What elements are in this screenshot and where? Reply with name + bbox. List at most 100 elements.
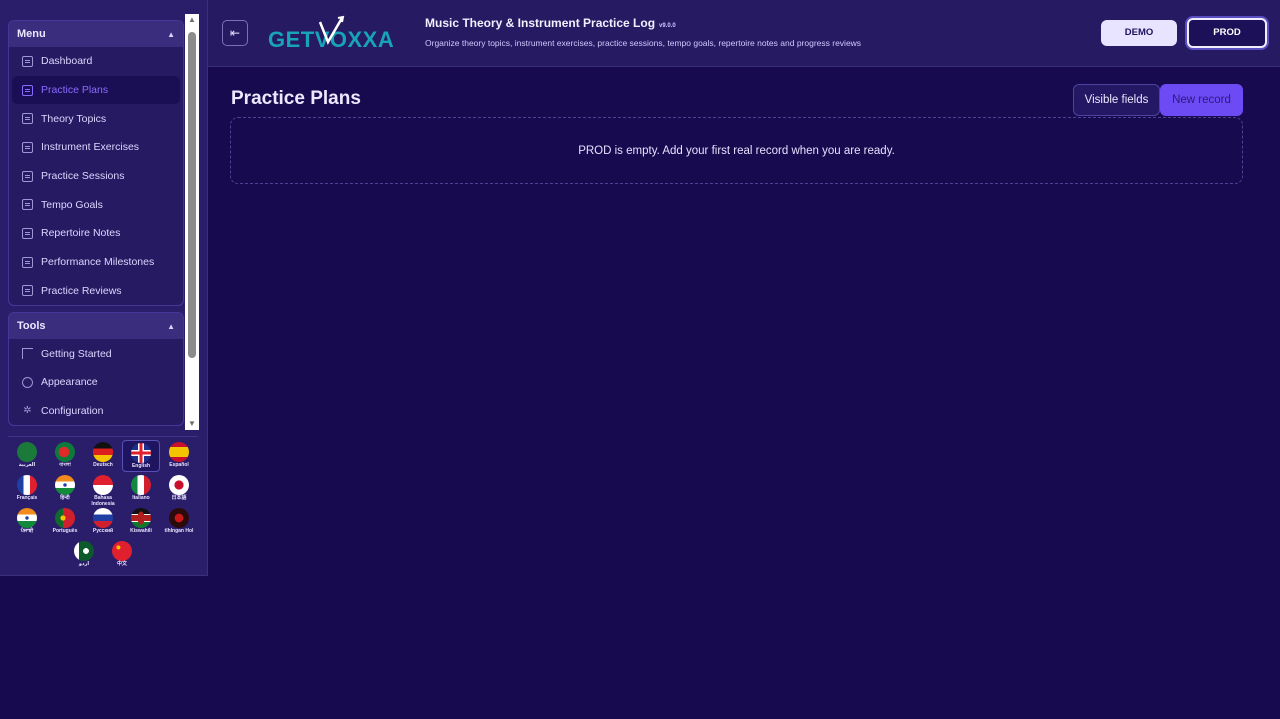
collapse-caret-icon[interactable]: ▲ (167, 30, 175, 39)
flag-india-icon (55, 475, 75, 495)
language-option[interactable]: Français (8, 473, 46, 505)
page-title: Practice Plans (231, 88, 361, 109)
sidebar-item-practice-reviews[interactable]: Practice Reviews (12, 277, 180, 306)
sidebar-item-label: Practice Sessions (41, 170, 125, 183)
language-option[interactable]: Bahasa Indonesia (84, 473, 122, 506)
tools-list: Getting Started Appearance ✲ Configuration (9, 339, 183, 425)
language-option[interactable]: tlhIngan Hol (160, 506, 198, 538)
language-name: Italiano (132, 495, 150, 501)
sidebar-item-practice-sessions[interactable]: Practice Sessions (12, 162, 180, 191)
flag-kenya-icon (131, 508, 151, 528)
scroll-up-arrow-icon[interactable]: ▲ (185, 14, 199, 26)
language-name: ਪੰਜਾਬੀ (20, 528, 34, 534)
sidebar-item-appearance[interactable]: Appearance (12, 368, 180, 397)
document-icon (22, 170, 33, 182)
new-record-button[interactable]: New record (1160, 84, 1243, 116)
document-icon (22, 113, 33, 125)
language-name: Deutsch (93, 462, 113, 468)
sidebar-item-configuration[interactable]: ✲ Configuration (12, 397, 180, 426)
sidebar-item-getting-started[interactable]: Getting Started (12, 339, 180, 368)
sidebar-item-label: Theory Topics (41, 112, 107, 125)
menu-list: Dashboard Practice Plans Theory Topics Inst… (9, 47, 183, 305)
sidebar-item-label: Configuration (41, 404, 104, 417)
sidebar-item-dashboard[interactable]: Dashboard (12, 47, 180, 76)
logo-text: GETVOXXA (268, 27, 394, 52)
language-name: हिन्दी (60, 495, 70, 501)
language-option[interactable]: Kiswahili (122, 506, 160, 538)
sidebar-item-tempo-goals[interactable]: Tempo Goals (12, 190, 180, 219)
language-option[interactable]: English (122, 440, 160, 472)
document-icon (22, 84, 33, 96)
language-option[interactable]: Português (46, 506, 84, 538)
sidebar-item-repertoire-notes[interactable]: Repertoire Notes (12, 219, 180, 248)
demo-button[interactable]: DEMO (1101, 20, 1177, 46)
flag-india-icon (17, 508, 37, 528)
flag-france-icon (17, 475, 37, 495)
tools-section-header[interactable]: Tools ▲ (9, 313, 183, 340)
language-option[interactable]: Español (160, 440, 198, 472)
menu-section: Menu ▲ Dashboard Practice Plans Theory Top… (8, 20, 184, 307)
language-option[interactable]: العربية (8, 440, 46, 472)
sidebar-item-label: Practice Reviews (41, 284, 122, 297)
language-option[interactable]: 中文 (103, 539, 141, 571)
language-option[interactable]: Italiano (122, 473, 160, 505)
visible-fields-button[interactable]: Visible fields (1073, 84, 1160, 116)
scrollbar-thumb[interactable] (188, 32, 196, 358)
language-name: 中文 (116, 561, 127, 567)
language-option[interactable]: ਪੰਜਾਬੀ (8, 506, 46, 538)
flag-indonesia-icon (93, 475, 113, 495)
flag-spain-icon (169, 442, 189, 462)
language-name: বাংলা (59, 462, 71, 468)
language-option[interactable]: Deutsch (84, 440, 122, 472)
scroll-down-arrow-icon[interactable]: ▼ (185, 418, 199, 430)
app-logo: GETVOXXA (268, 15, 394, 52)
language-name: English (131, 463, 151, 469)
sidebar-toggle-icon[interactable]: ⇤ (222, 20, 248, 46)
flag-uk-icon (131, 443, 151, 463)
language-option[interactable]: Русский (84, 506, 122, 538)
document-icon (22, 199, 33, 211)
language-name: Español (169, 462, 189, 468)
flag-klingon-icon (169, 508, 189, 528)
flag-russia-icon (93, 508, 113, 528)
empty-state-panel: PROD is empty. Add your first real recor… (230, 117, 1243, 184)
flag-japan-icon (169, 475, 189, 495)
empty-state-message: PROD is empty. Add your first real recor… (578, 145, 895, 157)
language-name: Français (16, 495, 38, 501)
app-title: Music Theory & Instrument Practice Log v9… (425, 16, 676, 30)
flag-bangladesh-icon (55, 442, 75, 462)
flag-china-icon (112, 541, 132, 561)
flag-italy-icon (131, 475, 151, 495)
language-name: Kiswahili (130, 528, 152, 534)
flag-pakistan-icon (74, 541, 94, 561)
sidebar-item-performance-milestones[interactable]: Performance Milestones (12, 248, 180, 277)
language-name: tlhIngan Hol (164, 528, 194, 534)
flag-icon (22, 348, 33, 360)
menu-section-title: Menu (17, 28, 46, 40)
app-title-text: Music Theory & Instrument Practice Log (425, 16, 656, 30)
sidebar-item-theory-topics[interactable]: Theory Topics (12, 104, 180, 133)
language-name: 日本語 (171, 495, 187, 501)
language-name: اردو (78, 561, 90, 567)
language-option[interactable]: اردو (65, 539, 103, 571)
palette-icon (22, 376, 33, 388)
flag-portugal-icon (55, 508, 75, 528)
tools-section-title: Tools (17, 320, 46, 333)
collapse-caret-icon[interactable]: ▲ (167, 322, 175, 331)
sidebar-item-practice-plans[interactable]: Practice Plans (12, 75, 180, 105)
language-option[interactable]: বাংলা (46, 440, 84, 472)
sidebar-item-instrument-exercises[interactable]: Instrument Exercises (12, 133, 180, 162)
sidebar-scrollbar[interactable]: ▲ ▼ (185, 14, 199, 430)
sidebar-item-label: Performance Milestones (41, 256, 155, 269)
prod-button[interactable]: PROD (1187, 18, 1267, 48)
sidebar-item-label: Tempo Goals (41, 198, 103, 211)
language-option[interactable]: हिन्दी (46, 473, 84, 505)
divider (8, 436, 198, 437)
language-option[interactable]: 日本語 (160, 473, 198, 505)
sidebar-item-label: Instrument Exercises (41, 141, 140, 154)
version-badge: v9.0.0 (659, 23, 676, 29)
menu-section-header[interactable]: Menu ▲ (9, 21, 183, 47)
sidebar-item-label: Getting Started (41, 347, 112, 360)
sidebar: Menu ▲ Dashboard Practice Plans Theory Top… (0, 0, 208, 576)
sidebar-item-label: Appearance (41, 376, 98, 389)
